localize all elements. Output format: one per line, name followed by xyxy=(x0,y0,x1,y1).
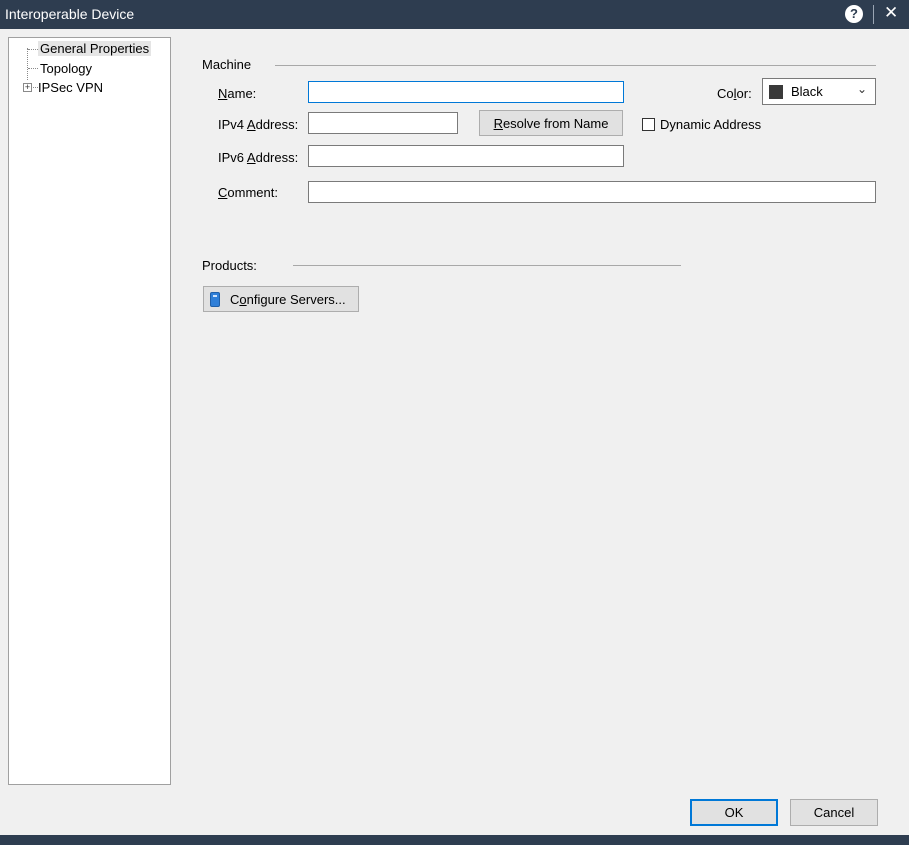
help-icon[interactable]: ? xyxy=(845,5,863,23)
tree-connector xyxy=(27,48,28,80)
products-section-divider xyxy=(293,265,681,266)
color-swatch xyxy=(769,85,783,99)
tree-item-label: General Properties xyxy=(38,41,152,56)
machine-section-divider xyxy=(275,65,876,66)
dynamic-address-checkbox[interactable] xyxy=(642,118,655,131)
color-value: Black xyxy=(791,84,823,99)
close-icon[interactable]: ✕ xyxy=(884,3,898,23)
window-bottom-border xyxy=(0,835,909,845)
configure-servers-button[interactable]: Configure Servers... xyxy=(203,286,359,312)
tree-item-label: IPSec VPN xyxy=(38,80,104,95)
products-section-label: Products: xyxy=(202,258,257,273)
tree-item-topology[interactable]: Topology xyxy=(38,61,94,76)
name-label: Name: xyxy=(218,86,257,101)
server-icon xyxy=(210,292,220,307)
dynamic-address-label: Dynamic Address xyxy=(660,117,762,132)
tree-connector xyxy=(28,68,38,69)
color-select[interactable]: Black ⌄ xyxy=(762,78,876,105)
tree-item-ipsec-vpn[interactable]: IPSec VPN xyxy=(36,80,105,95)
color-label: Color: xyxy=(717,86,752,101)
ipv6-label: IPv6 Address: xyxy=(218,150,299,165)
resolve-from-name-button[interactable]: Resolve from Name xyxy=(479,110,623,136)
cancel-button[interactable]: Cancel xyxy=(790,799,878,826)
tree-item-general-properties[interactable]: General Properties xyxy=(38,41,152,56)
chevron-down-icon: ⌄ xyxy=(857,82,868,96)
ipv4-label: IPv4 Address: xyxy=(218,117,299,132)
tree-connector xyxy=(28,49,38,50)
title-bar[interactable]: Interoperable Device ? ✕ xyxy=(0,0,909,29)
machine-section-label: Machine xyxy=(202,57,252,72)
window-title: Interoperable Device xyxy=(5,6,135,22)
expand-icon[interactable]: + xyxy=(23,83,32,92)
comment-input[interactable] xyxy=(308,181,876,203)
title-separator xyxy=(873,5,874,24)
name-input[interactable] xyxy=(308,81,624,103)
dialog-window: Interoperable Device ? ✕ + General Prope… xyxy=(0,0,909,845)
ipv6-input[interactable] xyxy=(308,145,624,167)
ipv4-input[interactable] xyxy=(308,112,458,134)
comment-label: Comment: xyxy=(218,185,278,200)
tree-item-label: Topology xyxy=(40,61,93,76)
navigation-tree[interactable]: + General Properties Topology IPSec VPN xyxy=(8,37,171,785)
ok-button[interactable]: OK xyxy=(690,799,778,826)
